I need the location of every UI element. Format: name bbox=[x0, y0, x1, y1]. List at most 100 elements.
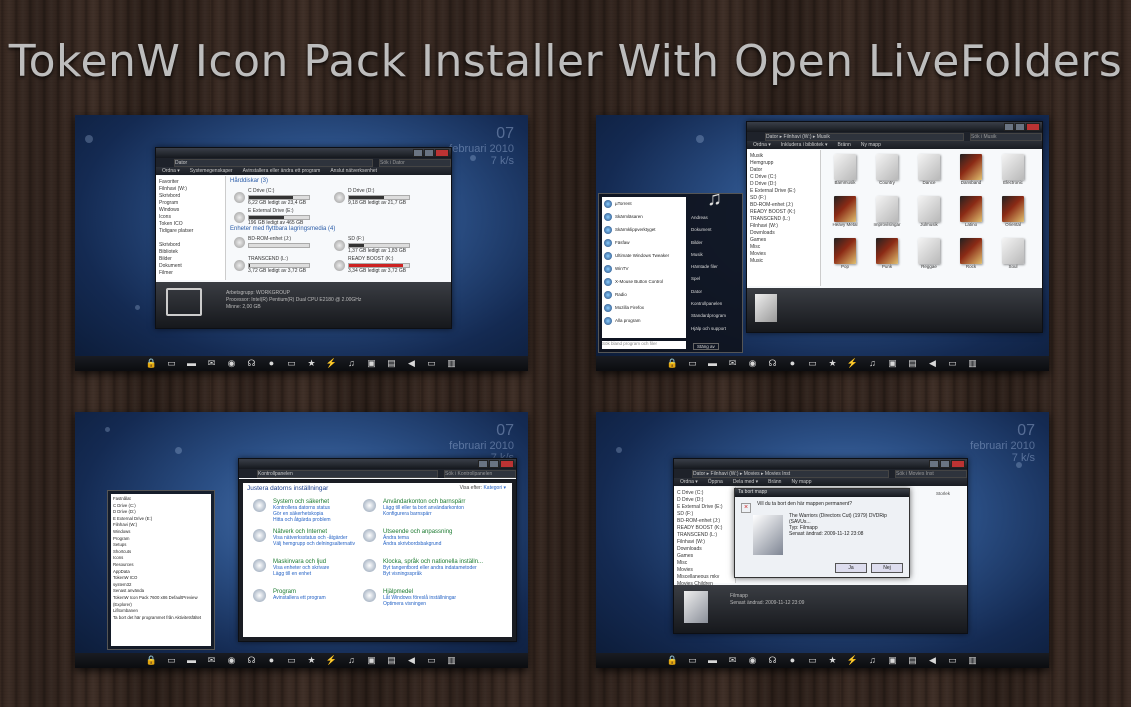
picture-icon[interactable]: ▣ bbox=[366, 653, 378, 668]
jump-list-item[interactable]: Ta bort det här programmet från Aktivite… bbox=[113, 615, 209, 622]
system-properties-button[interactable]: Systemegenskaper bbox=[190, 168, 233, 174]
map-network-button[interactable]: Anslut nätverksenhet bbox=[330, 168, 377, 174]
tree-item[interactable]: Skrivbord bbox=[159, 242, 222, 249]
window-icon[interactable]: ▭ bbox=[286, 653, 298, 668]
window-icon[interactable]: ▭ bbox=[807, 356, 819, 371]
volume-icon[interactable]: ◀ bbox=[927, 653, 939, 668]
music-icon[interactable]: ♫ bbox=[346, 356, 358, 371]
jump-list-item[interactable]: Filnhavi (W:) bbox=[113, 522, 209, 529]
tree-item[interactable]: Games bbox=[750, 237, 817, 244]
jump-list-item[interactable]: Windows bbox=[113, 529, 209, 536]
minimize-button[interactable] bbox=[1004, 123, 1014, 131]
close-button[interactable] bbox=[951, 460, 965, 468]
tree-item[interactable]: Program bbox=[159, 200, 222, 207]
tree-item[interactable]: Filnhavi (W:) bbox=[750, 223, 817, 230]
folder-item[interactable]: Electronic bbox=[999, 154, 1027, 185]
tree-item[interactable]: TRANSCEND (L:) bbox=[677, 532, 732, 539]
uninstall-button[interactable]: Avinstallera eller ändra ett program bbox=[243, 168, 321, 174]
mail-icon[interactable]: ✉ bbox=[206, 653, 218, 668]
folder-item[interactable]: Punk bbox=[873, 238, 901, 269]
tree-item[interactable]: Icons bbox=[159, 214, 222, 221]
start-menu-item[interactable]: Mozilla Firefox bbox=[602, 301, 686, 314]
globe-icon[interactable]: ◉ bbox=[747, 356, 759, 371]
shutdown-button[interactable]: Stäng av bbox=[693, 343, 719, 350]
address-bar[interactable]: Dator ▸ Filnhavi (W:) ▸ Movies ▸ Movies … bbox=[692, 469, 889, 478]
control-panel-category[interactable]: Utseende och anpassning Ändra tema Ändra s… bbox=[363, 529, 493, 547]
picture-icon[interactable]: ▣ bbox=[366, 356, 378, 371]
folder-item[interactable]: Rock bbox=[957, 238, 985, 269]
search-input[interactable]: Sök i Dator bbox=[379, 158, 451, 167]
tree-item[interactable]: Filmer bbox=[159, 270, 222, 277]
tree-item[interactable]: Skrivbord bbox=[159, 193, 222, 200]
folder-icon[interactable]: ▭ bbox=[166, 653, 178, 668]
start-menu-place[interactable]: Dator bbox=[691, 286, 726, 298]
star-icon[interactable]: ★ bbox=[306, 356, 318, 371]
picture-icon[interactable]: ▣ bbox=[887, 356, 899, 371]
close-button[interactable] bbox=[435, 149, 449, 157]
computer-icon[interactable]: ▬ bbox=[186, 653, 198, 668]
globe-icon[interactable]: ◉ bbox=[747, 653, 759, 668]
category-link[interactable]: Välj hemgrupp och delningsalternativ bbox=[273, 541, 383, 547]
mail-icon[interactable]: ✉ bbox=[727, 653, 739, 668]
start-menu-item[interactable]: Radio bbox=[602, 288, 686, 301]
bolt-icon[interactable]: ⚡ bbox=[847, 356, 859, 371]
folder-item[interactable]: Heavy Metal bbox=[831, 196, 859, 227]
start-menu-item[interactable]: WinTV bbox=[602, 262, 686, 275]
maximize-button[interactable] bbox=[489, 460, 499, 468]
category-link[interactable]: Konfigurera barnspärr bbox=[383, 511, 493, 517]
jump-list-item[interactable]: Shortcuts bbox=[113, 549, 209, 556]
no-button[interactable]: Nej bbox=[871, 563, 903, 573]
tree-item[interactable]: Tidigare platser bbox=[159, 228, 222, 235]
address-bar[interactable]: Dator bbox=[174, 158, 373, 167]
category-link[interactable]: Byt visningsspråk bbox=[383, 571, 493, 577]
star-icon[interactable]: ★ bbox=[827, 356, 839, 371]
drive-item[interactable]: BD-ROM-enhet (J:) bbox=[234, 236, 310, 248]
category-link[interactable]: Ändra skrivbordsbakgrund bbox=[383, 541, 493, 547]
tree-item[interactable]: TRANSCEND (L:) bbox=[750, 216, 817, 223]
tree-item[interactable]: Downloads bbox=[750, 230, 817, 237]
start-menu-place[interactable]: Kontrollpanelen bbox=[691, 298, 726, 310]
music-icon[interactable]: ♫ bbox=[867, 653, 879, 668]
start-menu-place[interactable]: Standardprogram bbox=[691, 310, 726, 322]
folder-icon[interactable]: ▭ bbox=[947, 356, 959, 371]
tree-item[interactable]: Windows bbox=[159, 207, 222, 214]
minimize-button[interactable] bbox=[413, 149, 423, 157]
lock-icon[interactable]: 🔒 bbox=[667, 356, 679, 371]
tree-item[interactable]: Dator bbox=[750, 167, 817, 174]
start-menu-item[interactable]: X-Mouse Button Control bbox=[602, 275, 686, 288]
tree-item[interactable]: READY BOOST (K:) bbox=[677, 525, 732, 532]
tree-item[interactable]: Downloads bbox=[677, 546, 732, 553]
tree-item[interactable]: Filnhavi (W:) bbox=[677, 539, 732, 546]
include-library-button[interactable]: Inkludera i bibliotek ▾ bbox=[781, 142, 828, 148]
start-menu-place[interactable]: Spel bbox=[691, 273, 726, 285]
jump-list-item[interactable]: Program bbox=[113, 536, 209, 543]
control-panel-category[interactable]: Klocka, språk och nationella inställn...… bbox=[363, 559, 493, 577]
tree-item[interactable]: SD (F:) bbox=[750, 195, 817, 202]
bolt-icon[interactable]: ⚡ bbox=[326, 653, 338, 668]
start-menu-item[interactable]: Fäsfaw bbox=[602, 236, 686, 249]
computer-icon[interactable]: ▬ bbox=[707, 356, 719, 371]
tree-item[interactable]: SD (F:) bbox=[677, 511, 732, 518]
folder-item[interactable]: Oriental bbox=[999, 196, 1027, 227]
tree-item[interactable] bbox=[159, 235, 222, 242]
volume-icon[interactable]: ◀ bbox=[927, 356, 939, 371]
video-icon[interactable]: ▤ bbox=[907, 356, 919, 371]
start-menu-place[interactable]: Hjälp och support bbox=[691, 323, 726, 335]
folder-item[interactable]: Bammusik bbox=[831, 154, 859, 185]
tree-item[interactable]: C Drive (C:) bbox=[677, 490, 732, 497]
tree-item[interactable]: BD-ROM-enhet (J:) bbox=[750, 202, 817, 209]
drive-item[interactable]: TRANSCEND (L:) 3,72 GB ledigt av 3,72 GB bbox=[234, 256, 310, 274]
maximize-button[interactable] bbox=[940, 460, 950, 468]
tree-item[interactable]: E External Drive (E:) bbox=[677, 504, 732, 511]
tree-item[interactable]: Filnhavi (W:) bbox=[159, 186, 222, 193]
tree-item[interactable]: Misc bbox=[750, 244, 817, 251]
tree-item[interactable]: Bibliotek bbox=[159, 249, 222, 256]
folder-item[interactable]: Country bbox=[873, 154, 901, 185]
jump-list-item[interactable]: Setups bbox=[113, 542, 209, 549]
folder-item[interactable]: Soul bbox=[999, 238, 1027, 269]
category-link[interactable]: Lägg till en enhet bbox=[273, 571, 383, 577]
tree-item[interactable]: Musik bbox=[750, 153, 817, 160]
folder-item[interactable]: Improvisingar bbox=[873, 196, 901, 227]
folder-item[interactable]: Dansband bbox=[957, 154, 985, 185]
start-menu-item[interactable]: Skärmklippverktyget bbox=[602, 223, 686, 236]
